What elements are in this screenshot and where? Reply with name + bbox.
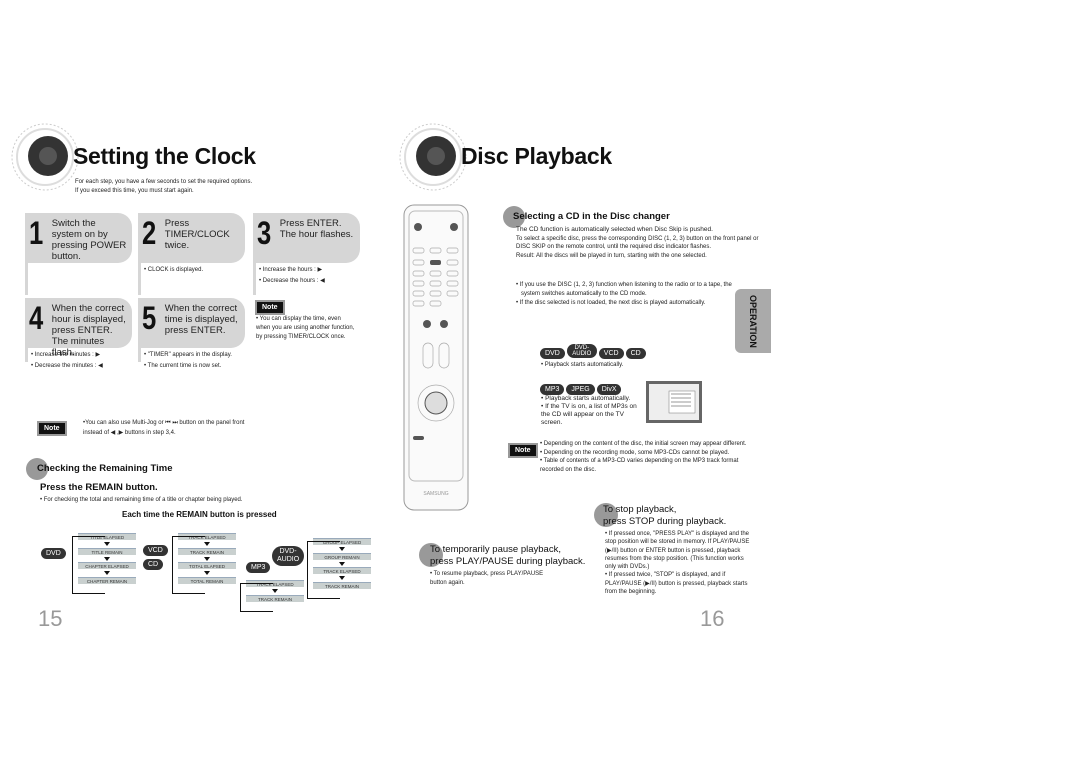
loop-connector <box>72 536 105 594</box>
disc-badge: MP3 <box>246 562 271 573</box>
remote-brand: SAMSUNG <box>423 491 448 497</box>
page-title: Disc Playback <box>461 143 612 169</box>
pause-title: To temporarily pause playback, press PLA… <box>430 544 585 568</box>
note-line: • Table of contents of a MP3-CD varies d… <box>540 458 739 473</box>
disc-badge: CD <box>143 559 164 570</box>
step-text: Press ENTER. The hour flashes. <box>279 218 354 240</box>
step-text: When the correct time is displayed, pres… <box>164 303 238 336</box>
intro-text: For each step, you have a few seconds to… <box>75 178 252 196</box>
step-bullet: • Decrease the minutes : ◀ <box>31 363 103 369</box>
disc-badge: DVD-AUDIO <box>566 344 597 358</box>
note-text: •You can also use Multi-Jog or ⏮ ⏭ butto… <box>83 418 244 438</box>
note-line: • Depending on the content of the disc, … <box>540 441 747 447</box>
step-text: Press TIMER/CLOCK twice. <box>164 218 230 251</box>
tab-label: OPERATION <box>748 294 758 348</box>
disc-badge: DivX <box>596 384 622 395</box>
disc-badges: MP3 JPEG DivX <box>540 378 623 396</box>
step-5: 5 When the correct time is displayed, pre… <box>138 298 245 348</box>
text-line: DISC SKIP on the remote control, until t… <box>516 244 711 250</box>
title-line: To stop playback, <box>603 504 677 515</box>
disc-badge: JPEG <box>566 384 595 395</box>
stop-bullets: • If pressed once, "PRESS PLAY" is displ… <box>605 530 753 596</box>
disc-badge: MP3 <box>540 384 565 395</box>
section-bullet: • For checking the total and remaining t… <box>40 497 243 503</box>
step-number: 1 <box>29 215 44 251</box>
note-text: • You can display the time, even when yo… <box>256 316 355 340</box>
note-badge: Note <box>508 443 538 458</box>
title-line: To temporarily pause playback, <box>430 544 561 555</box>
bullet: • To resume playback, press PLAY/PAUSE b… <box>430 571 544 586</box>
disc-badge: DVD-AUDIO <box>272 546 304 566</box>
disc-badges: DVDDVD-AUDIO VCD CD <box>540 342 648 360</box>
step-text: Switch the system on by pressing POWER b… <box>51 218 127 262</box>
bullets: • Playback starts automatically. • If th… <box>541 395 646 427</box>
step-bullet: • Decrease the hours : ◀ <box>259 278 325 284</box>
diagram-title: Each time the REMAIN button is pressed <box>122 510 277 519</box>
remote-control-illustration: SAMSUNG <box>403 204 469 511</box>
tv-screen-mp3-list <box>646 381 702 423</box>
step-bullet: • "TIMER" appears in the display. <box>144 352 232 358</box>
step-bullet: • Increase the hours : ▶ <box>259 267 323 273</box>
page-number: 16 <box>700 606 725 631</box>
step-divider <box>253 263 256 295</box>
step-number: 5 <box>142 300 157 336</box>
note-badge: Note <box>255 300 285 315</box>
loop-connector <box>307 541 340 599</box>
step-number: 3 <box>257 215 272 251</box>
selecting-bullets: • If you use the DISC (1, 2, 3) function… <box>516 281 732 308</box>
page-title: Setting the Clock <box>73 143 256 169</box>
disc-badge: VCD <box>598 348 624 359</box>
disc-badge: DVD <box>540 348 565 359</box>
note-line: instead of ◀ ,▶ buttons in step 3,4. <box>83 430 176 436</box>
section-subtitle: Press the REMAIN button. <box>40 482 158 493</box>
text-line: Result: All the discs will be played in … <box>516 252 707 259</box>
title-line: press STOP during playback. <box>603 516 727 527</box>
step-4: 4 When the correct hour is displayed, pre… <box>25 298 132 358</box>
loop-connector <box>172 536 205 594</box>
speaker-icon <box>11 123 79 191</box>
bullet: • If you use the DISC (1, 2, 3) function… <box>516 282 732 288</box>
bullet: system switches automatically to the CD … <box>521 291 647 297</box>
bullet: • Playback starts automatically. <box>541 395 631 402</box>
section-title: Selecting a CD in the Disc changer <box>513 211 670 222</box>
intro-line: If you exceed this time, you must start … <box>75 188 194 194</box>
step-2: 2 Press TIMER/CLOCK twice. <box>138 213 245 263</box>
disc-badge: CD <box>625 348 646 359</box>
text-line: The CD function is automatically selecte… <box>516 226 713 233</box>
title-line: press PLAY/PAUSE during playback. <box>430 556 586 567</box>
note-line: •You can also use Multi-Jog or ⏮ ⏭ butto… <box>83 420 245 426</box>
step-number: 2 <box>142 215 157 251</box>
step-bullet: • The current time is now set. <box>144 363 222 369</box>
bullet: • If pressed once, "PRESS PLAY" is displ… <box>605 531 750 571</box>
bullet: • If the disc selected is not loaded, th… <box>516 300 706 306</box>
loop-connector <box>240 583 273 612</box>
step-divider <box>138 348 141 362</box>
step-divider <box>25 263 28 295</box>
note-line: • Depending on the recording mode, some … <box>540 449 730 456</box>
intro-line: For each step, you have a few seconds to… <box>75 179 253 185</box>
selecting-text: The CD function is automatically selecte… <box>516 226 758 260</box>
speaker-icon <box>399 123 467 191</box>
section-title: Checking the Remaining Time <box>37 463 173 474</box>
stop-title: To stop playback, press STOP during play… <box>603 504 726 528</box>
bullet: • If the TV is on, a list of MP3s on the… <box>541 403 637 426</box>
step-1: 1 Switch the system on by pressing POWER … <box>25 213 132 263</box>
step-number: 4 <box>29 300 44 336</box>
disc-badge: DVD <box>41 548 66 559</box>
bullet: • If pressed twice, "STOP" is displayed,… <box>605 572 748 596</box>
step-3: 3 Press ENTER. The hour flashes. <box>253 213 360 263</box>
step-bullet: • CLOCK is displayed. <box>144 267 204 273</box>
text-line: To select a specific disc, press the cor… <box>516 235 759 242</box>
operation-tab: OPERATION <box>735 289 771 353</box>
page-number: 15 <box>38 606 63 631</box>
bullet: • Playback starts automatically. <box>541 362 624 368</box>
notes: • Depending on the content of the disc, … <box>540 440 755 474</box>
disc-badge: VCD <box>143 545 168 556</box>
step-divider <box>138 263 141 295</box>
note-badge: Note <box>37 421 67 436</box>
step-bullet: • Increase the minutes : ▶ <box>31 352 101 358</box>
step-divider <box>25 348 28 362</box>
